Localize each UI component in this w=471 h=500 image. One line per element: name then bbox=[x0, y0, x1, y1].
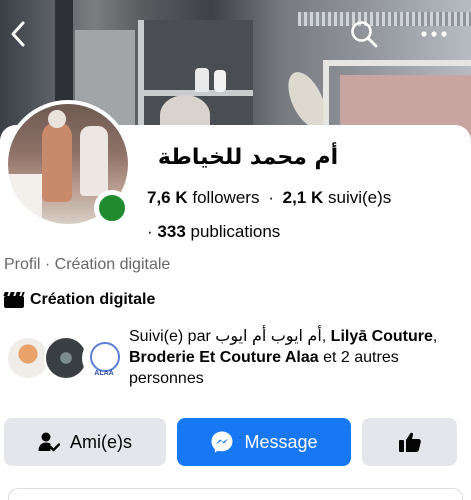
messenger-icon bbox=[211, 431, 233, 453]
stats-posts-row: · 333 publications bbox=[147, 222, 280, 242]
followed-by-text: Suivi(e) par أم ايوب أم ايوب, Lilyā Cout… bbox=[129, 326, 459, 389]
stats-followers-row: 7,6 K followers · 2,1 K suivi(e)s bbox=[147, 188, 391, 208]
avatar-mannequin bbox=[42, 122, 72, 202]
chevron-left-icon bbox=[11, 21, 25, 47]
friends-button[interactable]: Ami(e)s bbox=[4, 418, 166, 466]
avatar-logo-text: ALAA bbox=[94, 370, 114, 377]
mutual-avatars: ALAA bbox=[6, 336, 126, 380]
message-button-label: Message bbox=[244, 431, 318, 452]
posts-label: publications bbox=[190, 222, 281, 241]
followers-label[interactable]: followers bbox=[192, 188, 259, 207]
avatar-mannequin-head bbox=[48, 110, 66, 128]
search-icon bbox=[351, 21, 378, 48]
category-label: Création digitale bbox=[30, 291, 156, 308]
more-options-button[interactable] bbox=[416, 16, 452, 52]
message-button[interactable]: Message bbox=[177, 418, 351, 466]
thumbs-up-icon bbox=[398, 432, 421, 452]
profile-type-line: Profil · Création digitale bbox=[4, 256, 171, 273]
posts-count: 333 bbox=[157, 222, 186, 241]
follower-name-link[interactable]: Lilyā Couture bbox=[331, 328, 433, 345]
followers-count[interactable]: 7,6 K bbox=[147, 188, 188, 207]
mutual-avatar: ALAA bbox=[82, 336, 126, 380]
back-button[interactable] bbox=[0, 16, 36, 52]
following-label[interactable]: suivi(e)s bbox=[328, 188, 391, 207]
avatar-logo-ring bbox=[90, 342, 120, 372]
like-button[interactable] bbox=[362, 418, 457, 466]
avatar-dress bbox=[80, 126, 108, 196]
separator-dot: · bbox=[268, 188, 274, 207]
clapperboard-icon bbox=[4, 292, 24, 308]
next-section-card-edge bbox=[8, 488, 463, 500]
person-check-icon bbox=[38, 432, 60, 452]
separator: , bbox=[321, 328, 327, 345]
online-status-badge bbox=[94, 190, 130, 226]
friends-button-label: Ami(e)s bbox=[70, 431, 132, 452]
following-count[interactable]: 2,1 K bbox=[283, 188, 324, 207]
action-buttons: Ami(e)s Message bbox=[4, 418, 467, 466]
separator-dot: · bbox=[147, 222, 153, 241]
category-row: Création digitale bbox=[4, 291, 155, 309]
separator: , bbox=[432, 328, 438, 345]
follower-name-link[interactable]: Broderie Et Couture Alaa bbox=[129, 349, 319, 366]
follower-name-link[interactable]: أم ايوب أم ايوب bbox=[215, 328, 322, 345]
page-title: أم محمد للخياطة bbox=[157, 145, 339, 170]
followed-by-prefix: Suivi(e) par bbox=[129, 328, 211, 345]
avatar-shelf bbox=[8, 174, 42, 224]
search-button[interactable] bbox=[346, 16, 382, 52]
more-horizontal-icon bbox=[421, 31, 447, 37]
cover-vase bbox=[195, 68, 209, 92]
cover-vase bbox=[214, 70, 226, 92]
